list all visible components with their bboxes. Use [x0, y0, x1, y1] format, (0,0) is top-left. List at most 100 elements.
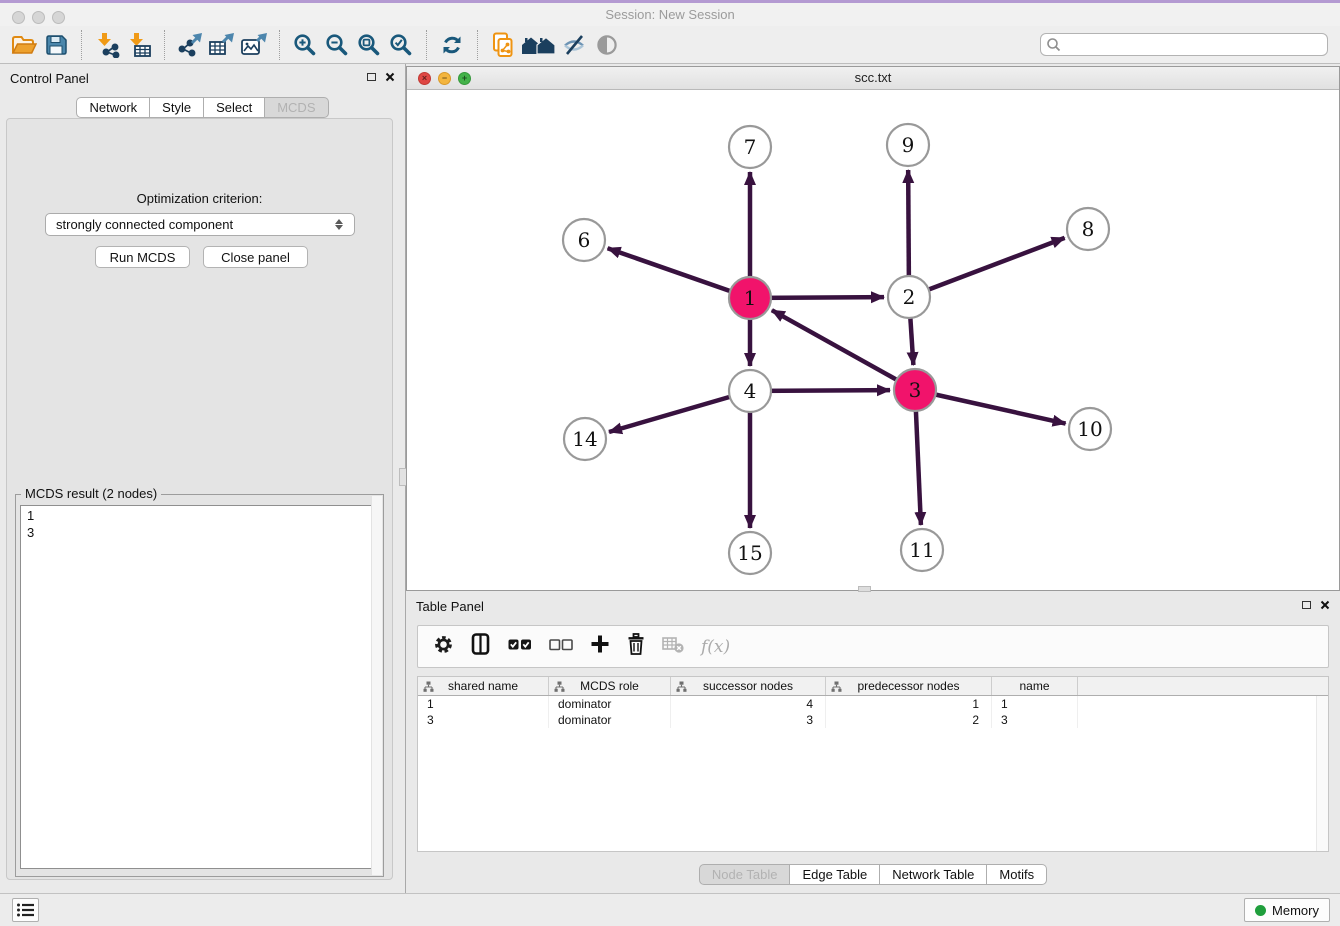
list-icon	[16, 902, 36, 918]
network-canvas[interactable]: 7 9 6 8 1 2 4 3 14 10 15 11	[407, 90, 1339, 590]
import-table-icon[interactable]	[123, 29, 155, 61]
svg-text:15: 15	[737, 541, 762, 565]
split-columns-icon[interactable]	[471, 633, 491, 660]
import-network-icon[interactable]	[91, 29, 123, 61]
edge-1-6[interactable]	[608, 248, 750, 298]
table-cell[interactable]: 1	[992, 696, 1078, 712]
table-cell[interactable]: 3	[992, 712, 1078, 728]
node-7[interactable]: 7	[729, 126, 771, 168]
node-8[interactable]: 8	[1067, 208, 1109, 250]
task-history-button[interactable]	[12, 898, 39, 922]
mcds-tab-body: Optimization criterion: strongly connect…	[6, 118, 393, 880]
export-table-icon[interactable]	[206, 29, 238, 61]
plus-icon[interactable]	[590, 634, 610, 659]
edge-2-8[interactable]	[909, 238, 1065, 297]
table-cell[interactable]: dominator	[549, 696, 671, 712]
node-1[interactable]: 1	[729, 277, 771, 319]
houses-icon[interactable]	[519, 29, 559, 61]
node-9[interactable]: 9	[887, 124, 929, 166]
open-file-icon[interactable]	[8, 29, 40, 61]
network-close-icon[interactable]	[418, 72, 431, 85]
save-session-icon[interactable]	[40, 29, 72, 61]
zoom-selected-icon[interactable]	[385, 29, 417, 61]
edge-3-1[interactable]	[772, 310, 915, 390]
optimization-criterion-dropdown[interactable]: strongly connected component	[45, 213, 355, 236]
network-maximize-icon[interactable]	[458, 72, 471, 85]
tab-network[interactable]: Network	[76, 97, 150, 118]
tab-network-table[interactable]: Network Table	[880, 864, 987, 885]
edge-3-10[interactable]	[915, 390, 1066, 424]
float-panel-icon[interactable]	[367, 73, 376, 81]
table-cell[interactable]: 2	[826, 712, 992, 728]
control-panel: Control Panel NetworkStyleSelectMCDS Opt…	[0, 64, 405, 893]
float-panel-icon[interactable]	[1302, 601, 1311, 609]
result-scrollbar[interactable]	[371, 496, 382, 875]
network-window: scc.txt 7 9 6 8 1 2 4 3 14 10 15 11	[406, 66, 1340, 591]
memory-button[interactable]: Memory	[1244, 898, 1330, 922]
svg-text:8: 8	[1082, 217, 1095, 241]
zoom-out-icon[interactable]	[321, 29, 353, 61]
zoom-in-icon[interactable]	[289, 29, 321, 61]
search-input[interactable]	[1040, 33, 1328, 56]
column-header-predecessor-nodes[interactable]: predecessor nodes	[826, 677, 992, 695]
table-scrollbar[interactable]	[1316, 696, 1328, 851]
apply-layout-icon[interactable]	[436, 29, 468, 61]
search-field[interactable]	[1065, 35, 1327, 54]
network-window-titlebar[interactable]: scc.txt	[407, 67, 1339, 90]
function-builder-icon[interactable]: f(x)	[701, 637, 730, 657]
node-3[interactable]: 3	[894, 369, 936, 411]
node-14[interactable]: 14	[564, 418, 606, 460]
tab-node-table[interactable]: Node Table	[699, 864, 791, 885]
node-6[interactable]: 6	[563, 219, 605, 261]
node-2[interactable]: 2	[888, 276, 930, 318]
tab-style[interactable]: Style	[150, 97, 204, 118]
mcds-result-text[interactable]: 13	[20, 505, 379, 869]
mcds-result-group: MCDS result (2 nodes) 13	[15, 494, 384, 877]
node-10[interactable]: 10	[1069, 408, 1111, 450]
export-network-icon[interactable]	[174, 29, 206, 61]
table-cell[interactable]: dominator	[549, 712, 671, 728]
table-cell[interactable]: 1	[826, 696, 992, 712]
table-row[interactable]: 3dominator323	[418, 712, 1328, 728]
node-4[interactable]: 4	[729, 370, 771, 412]
copy-network-icon[interactable]	[487, 29, 519, 61]
node-11[interactable]: 11	[901, 529, 943, 571]
table-cell[interactable]: 3	[418, 712, 549, 728]
close-panel-icon[interactable]	[1320, 600, 1330, 610]
maximize-window-button[interactable]	[52, 11, 65, 24]
network-minimize-icon[interactable]	[438, 72, 451, 85]
sort-tree-icon	[831, 681, 842, 693]
zoom-fit-icon[interactable]	[353, 29, 385, 61]
table-cell[interactable]: 3	[671, 712, 826, 728]
tab-mcds[interactable]: MCDS	[265, 97, 328, 118]
minimize-window-button[interactable]	[32, 11, 45, 24]
column-header-mcds-role[interactable]: MCDS role	[549, 677, 671, 695]
export-image-icon[interactable]	[238, 29, 270, 61]
table-cell[interactable]: 4	[671, 696, 826, 712]
svg-text:2: 2	[903, 285, 916, 309]
tab-select[interactable]: Select	[204, 97, 265, 118]
dropdown-value: strongly connected component	[56, 217, 233, 232]
hide-eye-icon[interactable]	[559, 29, 591, 61]
table-row[interactable]: 1dominator411	[418, 696, 1328, 712]
node-15[interactable]: 15	[729, 532, 771, 574]
gear-icon[interactable]	[433, 634, 454, 660]
column-header-successor-nodes[interactable]: successor nodes	[671, 677, 826, 695]
tab-motifs[interactable]: Motifs	[987, 864, 1047, 885]
run-mcds-button[interactable]: Run MCDS	[95, 246, 190, 268]
node-table: shared nameMCDS rolesuccessor nodesprede…	[417, 676, 1329, 852]
tab-edge-table[interactable]: Edge Table	[790, 864, 880, 885]
trash-icon[interactable]	[627, 633, 645, 660]
close-window-button[interactable]	[12, 11, 25, 24]
eye-icon[interactable]	[591, 29, 623, 61]
checked-checkboxes-icon[interactable]	[508, 638, 532, 656]
unchecked-checkboxes-icon[interactable]	[549, 638, 573, 656]
svg-text:10: 10	[1077, 417, 1102, 441]
delete-table-icon[interactable]	[662, 635, 684, 658]
table-cell[interactable]: 1	[418, 696, 549, 712]
svg-text:1: 1	[744, 286, 757, 310]
column-header-shared-name[interactable]: shared name	[418, 677, 549, 695]
column-header-name[interactable]: name	[992, 677, 1078, 695]
close-panel-button[interactable]: Close panel	[203, 246, 308, 268]
close-panel-icon[interactable]	[385, 72, 395, 82]
